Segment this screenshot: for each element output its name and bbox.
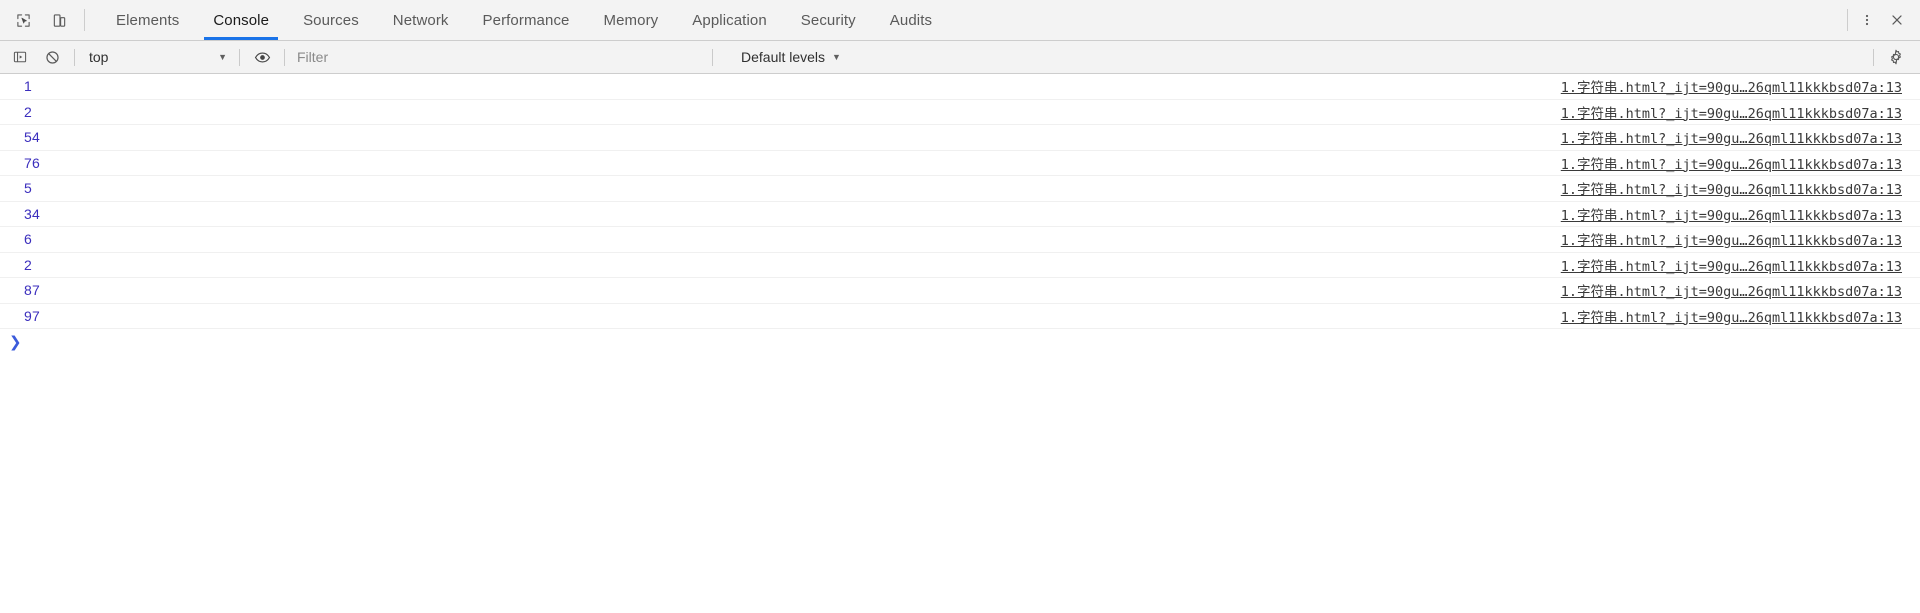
table-row[interactable]: 2 1.字符串.html?_ijt=90gu…26qml11kkkbsd07a:…: [0, 253, 1920, 278]
tab-security[interactable]: Security: [784, 0, 873, 40]
toolbar-divider-1: [74, 48, 75, 66]
console-message-value: 97: [24, 307, 40, 324]
tab-network[interactable]: Network: [376, 0, 466, 40]
table-row[interactable]: 54 1.字符串.html?_ijt=90gu…26qml11kkkbsd07a…: [0, 125, 1920, 151]
console-message-value: 2: [24, 256, 32, 273]
console-message-value: 2: [24, 103, 32, 120]
tab-label: Sources: [303, 11, 359, 29]
tabbar-divider: [84, 9, 85, 31]
tab-application[interactable]: Application: [675, 0, 783, 40]
execution-context-selector[interactable]: top ▼: [81, 46, 233, 68]
three-dots-vertical-icon[interactable]: [1852, 5, 1882, 35]
table-row[interactable]: 6 1.字符串.html?_ijt=90gu…26qml11kkkbsd07a:…: [0, 227, 1920, 253]
live-expression-eye-icon[interactable]: [248, 44, 276, 70]
console-message-value: 76: [24, 154, 40, 171]
tab-label: Security: [800, 11, 856, 29]
console-message-list: 1 1.字符串.html?_ijt=90gu…26qml11kkkbsd07a:…: [0, 74, 1920, 613]
device-toolbar-icon[interactable]: [44, 5, 74, 35]
chevron-down-icon: ▼: [218, 51, 227, 62]
tabbar-right-icon-group: [1843, 0, 1920, 40]
tab-performance[interactable]: Performance: [466, 0, 587, 40]
table-row[interactable]: 97 1.字符串.html?_ijt=90gu…26qml11kkkbsd07a…: [0, 304, 1920, 329]
console-source-link[interactable]: 1.字符串.html?_ijt=90gu…26qml11kkkbsd07a:13: [1561, 229, 1902, 249]
tab-label: Elements: [116, 11, 180, 29]
console-source-link[interactable]: 1.字符串.html?_ijt=90gu…26qml11kkkbsd07a:13: [1561, 76, 1902, 96]
tab-elements[interactable]: Elements: [99, 0, 196, 40]
console-source-link[interactable]: 1.字符串.html?_ijt=90gu…26qml11kkkbsd07a:13: [1561, 102, 1902, 122]
table-row[interactable]: 2 1.字符串.html?_ijt=90gu…26qml11kkkbsd07a:…: [0, 100, 1920, 125]
log-levels-value: Default levels: [741, 49, 826, 65]
toolbar-divider-2: [239, 48, 240, 66]
console-toolbar-right: [1867, 44, 1920, 70]
table-row[interactable]: 1 1.字符串.html?_ijt=90gu…26qml11kkkbsd07a:…: [0, 74, 1920, 100]
tab-label: Performance: [482, 11, 570, 29]
tabbar-left-icon-group: [0, 0, 80, 40]
console-sidebar-toggle-icon[interactable]: [6, 44, 34, 70]
console-prompt[interactable]: ❯: [0, 329, 1920, 355]
console-toolbar: top ▼ Default levels ▼: [0, 41, 1920, 74]
console-source-link[interactable]: 1.字符串.html?_ijt=90gu…26qml11kkkbsd07a:13: [1561, 178, 1902, 198]
console-message-value: 1: [24, 78, 32, 95]
console-message-value: 5: [24, 180, 32, 197]
console-source-link[interactable]: 1.字符串.html?_ijt=90gu…26qml11kkkbsd07a:13: [1561, 127, 1902, 147]
log-levels-selector[interactable]: Default levels ▼: [735, 46, 847, 68]
console-message-value: 54: [24, 129, 40, 146]
filter-input[interactable]: [291, 46, 706, 68]
panel-tabs: Elements Console Sources Network Perform…: [99, 0, 949, 40]
chevron-right-icon: ❯: [9, 332, 22, 351]
devtools-window: Elements Console Sources Network Perform…: [0, 0, 1920, 613]
console-source-link[interactable]: 1.字符串.html?_ijt=90gu…26qml11kkkbsd07a:13: [1561, 153, 1902, 173]
chevron-down-icon: ▼: [832, 51, 841, 62]
close-icon[interactable]: [1882, 5, 1912, 35]
tab-label: Memory: [603, 11, 659, 29]
tab-memory[interactable]: Memory: [587, 0, 676, 40]
console-source-link[interactable]: 1.字符串.html?_ijt=90gu…26qml11kkkbsd07a:13: [1561, 306, 1902, 326]
table-row[interactable]: 76 1.字符串.html?_ijt=90gu…26qml11kkkbsd07a…: [0, 151, 1920, 176]
console-message-value: 87: [24, 282, 40, 299]
table-row[interactable]: 34 1.字符串.html?_ijt=90gu…26qml11kkkbsd07a…: [0, 202, 1920, 227]
console-source-link[interactable]: 1.字符串.html?_ijt=90gu…26qml11kkkbsd07a:13: [1561, 204, 1902, 224]
console-source-link[interactable]: 1.字符串.html?_ijt=90gu…26qml11kkkbsd07a:13: [1561, 280, 1902, 300]
tab-audits[interactable]: Audits: [873, 0, 949, 40]
tabbar-right-divider: [1847, 9, 1848, 31]
table-row[interactable]: 5 1.字符串.html?_ijt=90gu…26qml11kkkbsd07a:…: [0, 176, 1920, 202]
inspect-element-icon[interactable]: [8, 5, 38, 35]
clear-console-icon[interactable]: [38, 44, 66, 70]
tab-console[interactable]: Console: [196, 0, 286, 40]
settings-gear-icon[interactable]: [1882, 44, 1910, 70]
tab-label: Application: [692, 11, 767, 29]
toolbar-divider-4: [712, 48, 713, 66]
tab-label: Console: [213, 11, 270, 29]
table-row[interactable]: 87 1.字符串.html?_ijt=90gu…26qml11kkkbsd07a…: [0, 278, 1920, 304]
toolbar-divider-5: [1873, 48, 1874, 66]
console-source-link[interactable]: 1.字符串.html?_ijt=90gu…26qml11kkkbsd07a:13: [1561, 255, 1902, 275]
console-message-value: 34: [24, 205, 40, 222]
tab-label: Audits: [889, 11, 933, 29]
console-message-value: 6: [24, 231, 32, 248]
tab-sources[interactable]: Sources: [286, 0, 376, 40]
execution-context-value: top: [89, 49, 109, 65]
console-prompt-input[interactable]: [27, 330, 1920, 354]
devtools-tabbar: Elements Console Sources Network Perform…: [0, 0, 1920, 41]
tab-label: Network: [392, 11, 449, 29]
toolbar-divider-3: [284, 48, 285, 66]
